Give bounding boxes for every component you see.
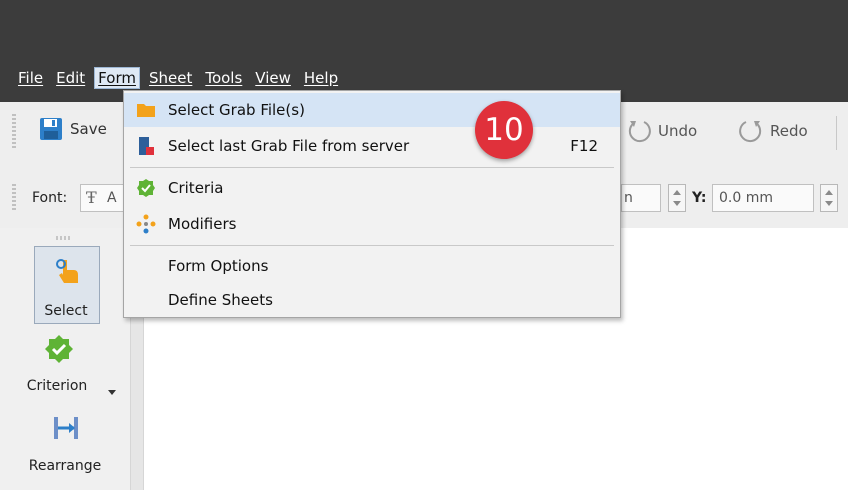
undo-icon	[628, 121, 651, 143]
menu-item-label: Modifiers	[168, 215, 237, 233]
menu-tools[interactable]: Tools	[201, 67, 246, 89]
menu-item-criteria[interactable]: Criteria	[124, 171, 620, 205]
menu-item-modifiers[interactable]: Modifiers	[124, 207, 620, 241]
x-position-spinner[interactable]	[668, 184, 686, 212]
y-position-field[interactable]: 0.0 mm	[712, 184, 814, 212]
toolbar-separator	[836, 116, 837, 150]
modifiers-dots-icon	[136, 214, 156, 234]
menu-help[interactable]: Help	[300, 67, 342, 89]
undo-label: Undo	[658, 122, 698, 140]
criterion-tool-label: Criterion	[26, 378, 88, 394]
menu-item-define-sheets[interactable]: Define Sheets	[124, 283, 620, 317]
menu-bar: File Edit Form Sheet Tools View Help	[14, 64, 347, 92]
rearrange-arrows-icon	[54, 417, 78, 439]
menu-item-form-options[interactable]: Form Options	[124, 249, 620, 283]
undo-button[interactable]: Undo	[626, 118, 697, 144]
y-position-value: 0.0 mm	[719, 190, 773, 206]
sidebar-grip[interactable]	[56, 236, 70, 240]
font-value: A	[107, 190, 117, 206]
menu-item-label: Criteria	[168, 179, 224, 197]
menu-form[interactable]: Form	[94, 67, 140, 89]
menu-item-label: Form Options	[168, 257, 269, 275]
x-position-value: n	[624, 190, 633, 206]
menu-file[interactable]: File	[14, 67, 47, 89]
green-check-badge-icon	[137, 179, 155, 197]
save-label: Save	[70, 120, 107, 138]
font-type-icon: Ŧ	[86, 188, 97, 207]
x-position-field[interactable]: n	[621, 184, 661, 212]
menu-item-label: Select last Grab File from server	[168, 137, 410, 155]
select-tool-button[interactable]: Select	[34, 246, 100, 324]
folder-icon	[137, 104, 155, 117]
rearrange-tool-label: Rearrange	[28, 458, 102, 474]
menu-separator	[130, 167, 614, 168]
green-check-badge-icon	[45, 335, 73, 363]
y-label: Y:	[692, 190, 707, 206]
server-file-icon	[139, 137, 154, 155]
menu-item-shortcut: F12	[570, 137, 598, 155]
fontbar-grip[interactable]	[12, 184, 16, 212]
menu-item-select-grab-files[interactable]: Select Grab File(s)	[124, 93, 620, 127]
menu-separator	[130, 245, 614, 246]
rearrange-tool-button[interactable]: Rearrange	[0, 414, 130, 484]
criterion-tool-button[interactable]: Criterion	[0, 334, 130, 404]
floppy-disk-icon	[40, 118, 62, 140]
criterion-dropdown-arrow-icon[interactable]	[108, 390, 116, 395]
font-label: Font:	[32, 190, 68, 206]
menu-item-label: Define Sheets	[168, 291, 273, 309]
menu-edit[interactable]: Edit	[52, 67, 89, 89]
menu-sheet[interactable]: Sheet	[145, 67, 196, 89]
step-number-badge: 10	[475, 101, 533, 159]
redo-label: Redo	[770, 122, 808, 140]
redo-button[interactable]: Redo	[738, 118, 808, 144]
y-position-spinner[interactable]	[820, 184, 838, 212]
select-tool-label: Select	[44, 303, 88, 319]
redo-icon	[739, 121, 762, 143]
menu-item-select-last-grab-file[interactable]: Select last Grab File from server F12	[124, 129, 620, 163]
menu-item-label: Select Grab File(s)	[168, 101, 305, 119]
hand-pointer-icon	[56, 259, 78, 283]
menu-view[interactable]: View	[251, 67, 295, 89]
form-menu-dropdown: Select Grab File(s) Select last Grab Fil…	[123, 90, 621, 318]
toolbar-grip[interactable]	[12, 114, 16, 148]
save-button[interactable]: Save	[38, 116, 107, 142]
